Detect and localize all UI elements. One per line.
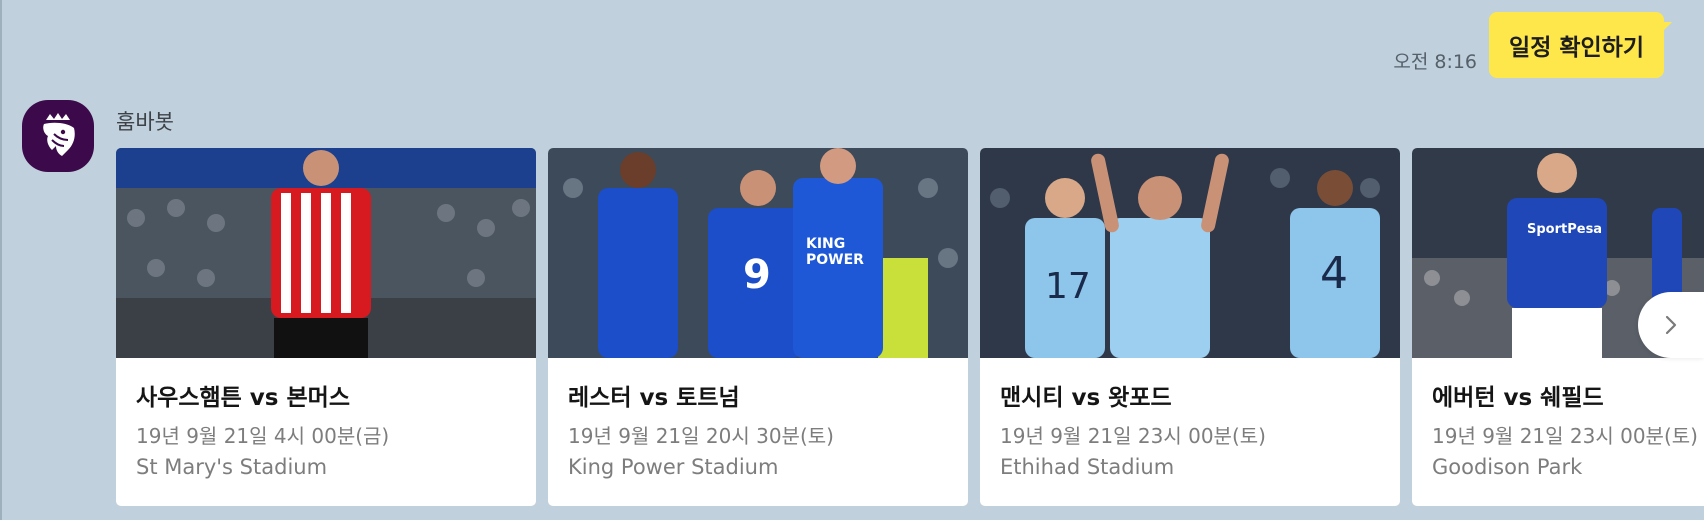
outgoing-bubble[interactable]: 일정 확인하기	[1489, 12, 1672, 78]
svg-text:4: 4	[1320, 248, 1348, 299]
match-title: 레스터 vs 토트넘	[568, 385, 740, 411]
premier-league-lion-icon	[43, 113, 75, 156]
match-card[interactable]: 9 KING POWER 레스터 vs 토트넘 19년 9월 21일 20시 3…	[548, 148, 968, 506]
window-edge	[0, 0, 2, 520]
match-datetime: 19년 9월 21일 23시 00분(토)	[1432, 424, 1698, 448]
svg-text:9: 9	[743, 252, 771, 298]
match-stadium: Ethihad Stadium	[1000, 455, 1175, 479]
svg-text:17: 17	[1045, 266, 1091, 307]
match-datetime: 19년 9월 21일 4시 00분(금)	[136, 424, 390, 448]
match-stadium: Goodison Park	[1432, 455, 1583, 479]
southampton-player-photo	[116, 148, 536, 358]
man-city-players-photo: 17 4	[980, 148, 1400, 358]
match-stadium: St Mary's Stadium	[136, 455, 328, 479]
bot-name: 훔바봇	[116, 110, 174, 134]
match-card[interactable]: 17 4 맨시티 vs 왓포드 19년 9월 21일 23시 00분(토) Et…	[980, 148, 1400, 506]
leicester-players-photo: 9 KING POWER	[548, 148, 968, 358]
match-stadium: King Power Stadium	[568, 455, 779, 479]
match-title: 에버턴 vs 쉐필드	[1432, 385, 1604, 411]
outgoing-message: 오전 8:16 일정 확인하기	[1393, 12, 1672, 78]
match-card[interactable]: 사우스햄튼 vs 본머스 19년 9월 21일 4시 00분(금) St Mar…	[116, 148, 536, 506]
message-time: 오전 8:16	[1393, 51, 1478, 73]
match-title: 맨시티 vs 왓포드	[1000, 385, 1172, 411]
svg-text:POWER: POWER	[806, 252, 864, 268]
match-datetime: 19년 9월 21일 23시 00분(토)	[1000, 424, 1266, 448]
match-title: 사우스햄튼 vs 본머스	[136, 385, 350, 411]
svg-text:SportPesa: SportPesa	[1527, 222, 1602, 237]
svg-text:KING: KING	[806, 236, 845, 252]
bot-avatar[interactable]	[22, 100, 94, 172]
chevron-right-icon	[1665, 315, 1677, 335]
match-datetime: 19년 9월 21일 20시 30분(토)	[568, 424, 834, 448]
carousel-next-button[interactable]	[1638, 292, 1704, 358]
match-carousel: 사우스햄튼 vs 본머스 19년 9월 21일 4시 00분(금) St Mar…	[116, 148, 1704, 506]
